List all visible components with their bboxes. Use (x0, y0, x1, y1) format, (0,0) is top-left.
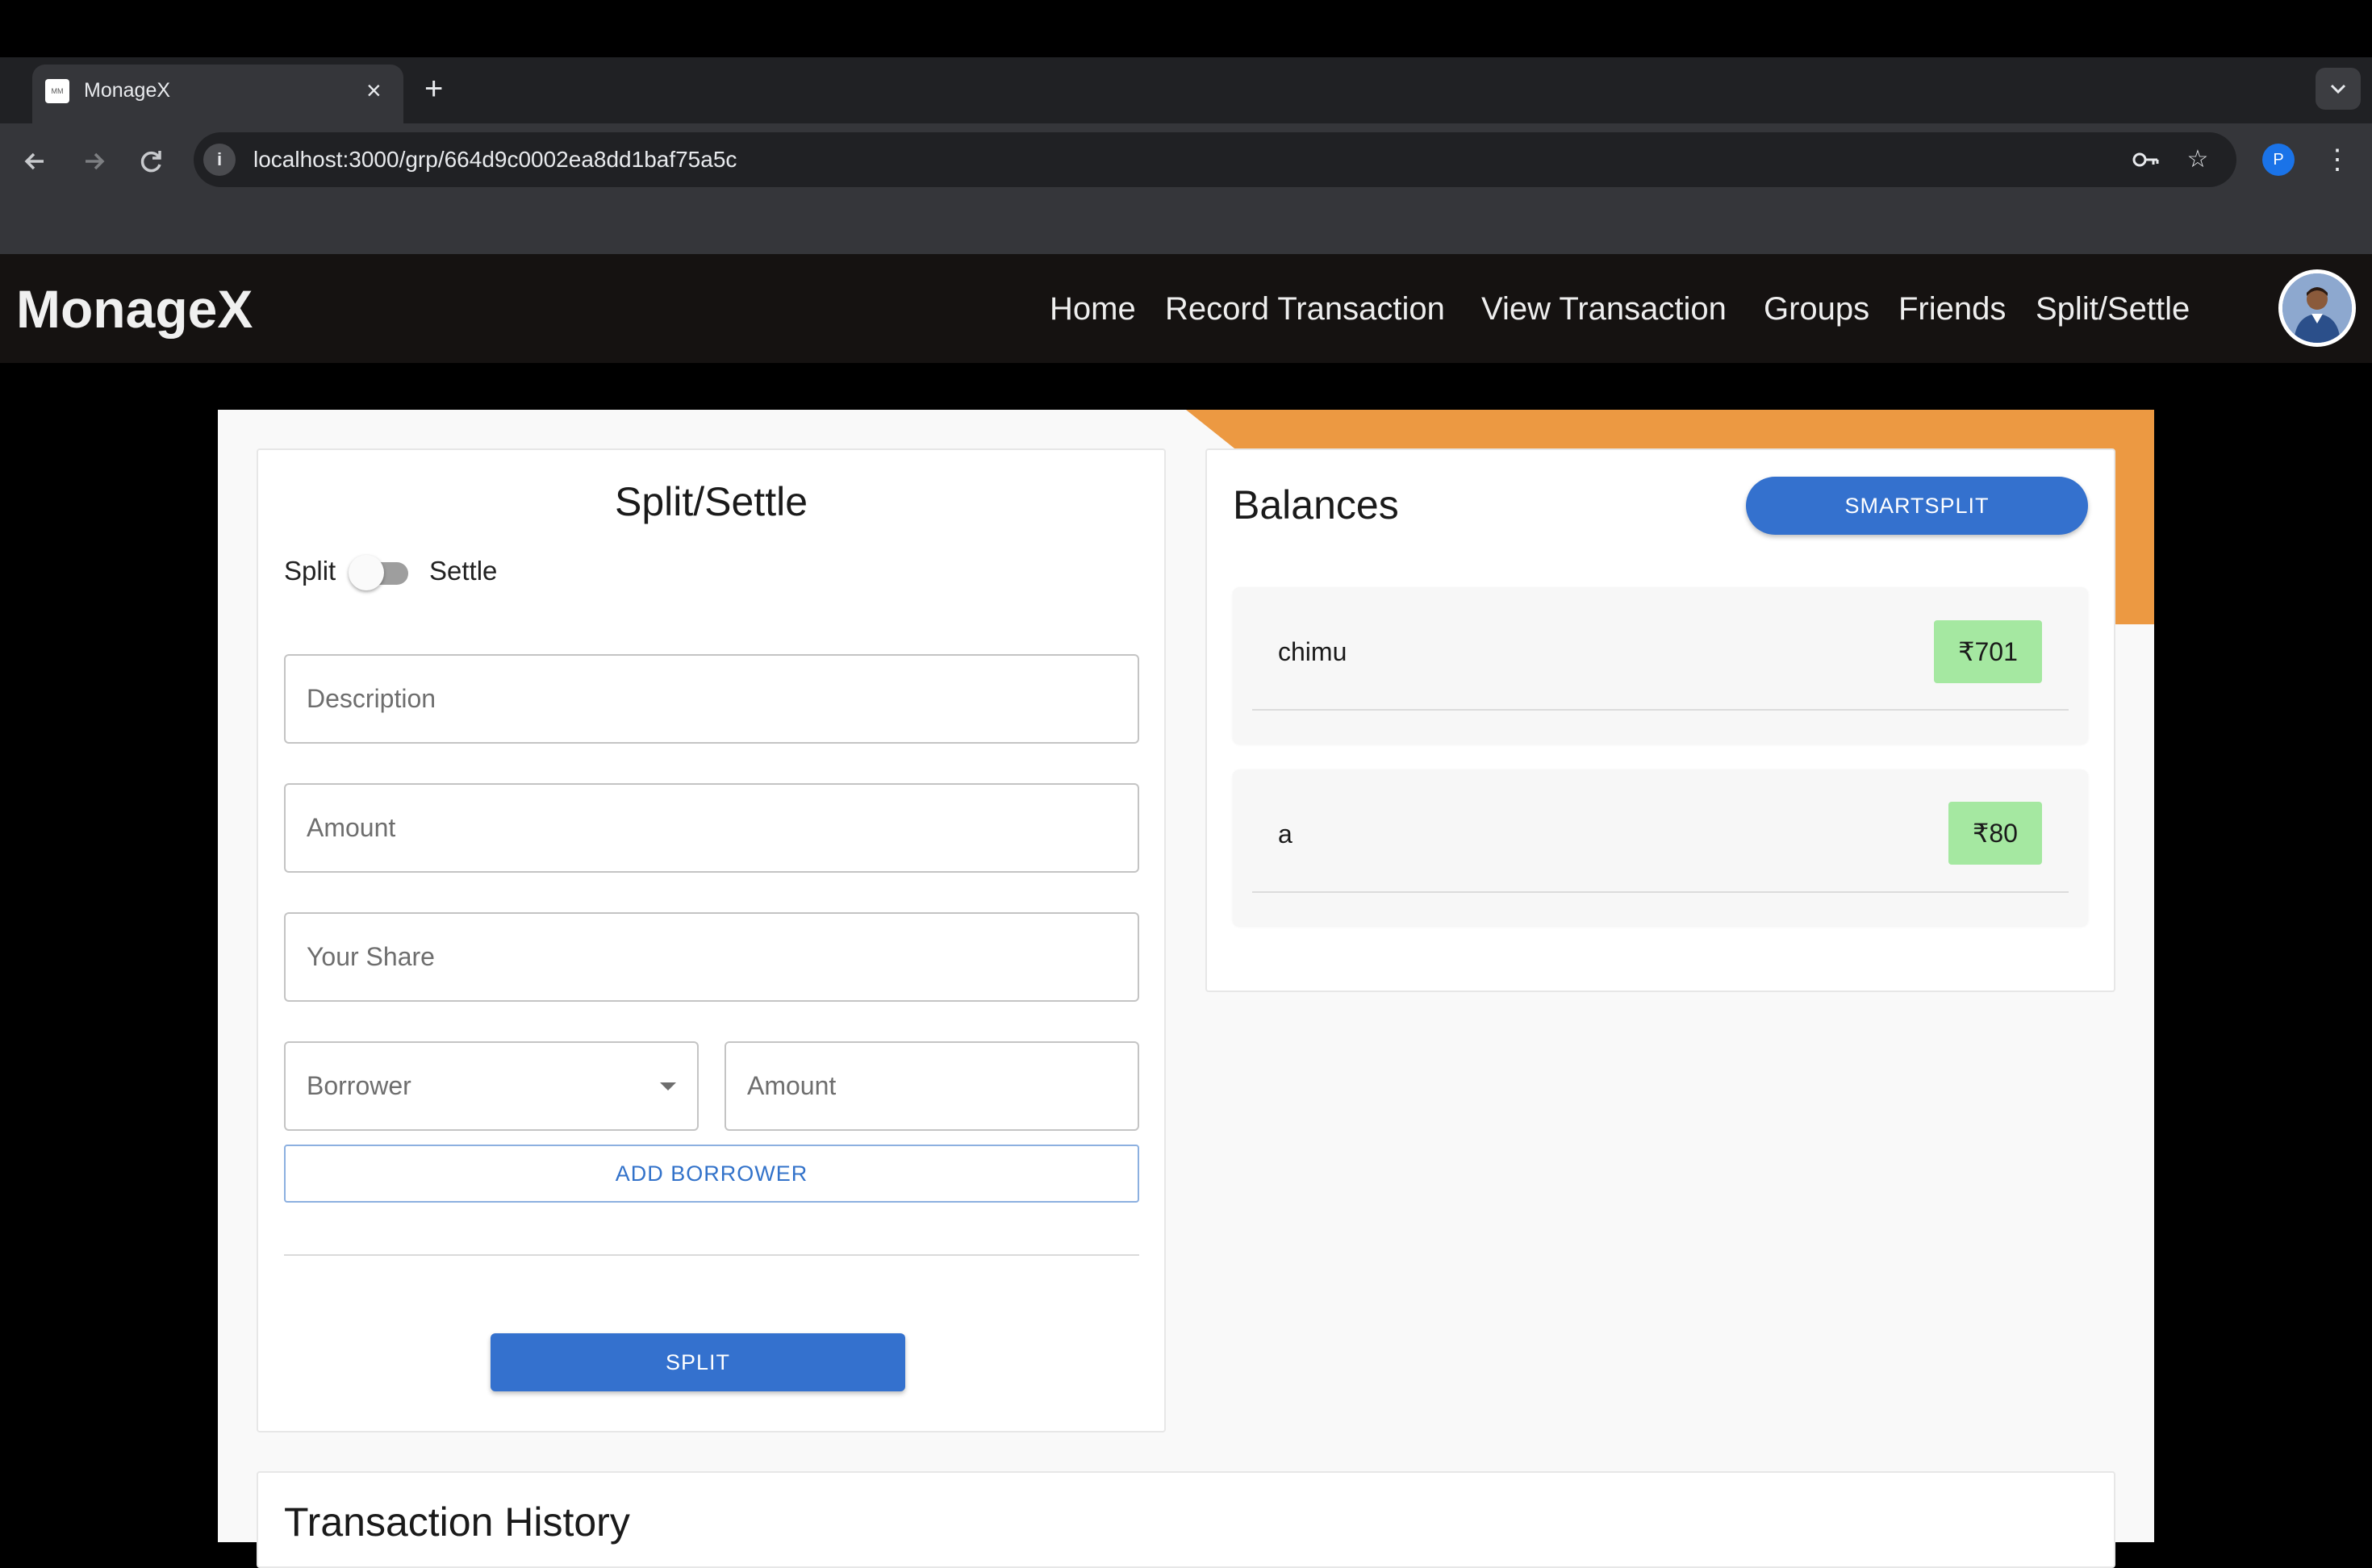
balance-amount-badge: ₹80 (1948, 802, 2042, 865)
dropdown-arrow-icon (660, 1082, 676, 1091)
transaction-history-title: Transaction History (284, 1499, 630, 1545)
nav-view-transaction[interactable]: View Transaction (1481, 286, 1727, 332)
amount-input[interactable] (286, 785, 1138, 871)
toggle-thumb[interactable] (349, 555, 384, 590)
balance-item-divider (1252, 709, 2069, 711)
balance-item-divider (1252, 891, 2069, 893)
balance-amount-badge: ₹701 (1934, 620, 2042, 683)
split-settle-title: Split/Settle (614, 479, 808, 524)
description-input[interactable] (286, 656, 1138, 742)
toggle-label-split: Split (284, 556, 336, 586)
borrower-select[interactable]: Borrower (284, 1041, 699, 1131)
bookmark-star-icon[interactable]: ☆ (2182, 144, 2214, 176)
tab-search-button[interactable] (2316, 68, 2361, 110)
chevron-down-icon (2330, 84, 2346, 94)
nav-home[interactable]: Home (1050, 286, 1136, 332)
url-text[interactable]: localhost:3000/grp/664d9c0002ea8dd1baf75… (253, 145, 737, 174)
balance-name: chimu (1278, 637, 1347, 666)
borrower-amount-input[interactable] (726, 1043, 1138, 1129)
nav-split-settle[interactable]: Split/Settle (2036, 286, 2190, 332)
reload-icon[interactable] (132, 142, 171, 181)
new-tab-icon[interactable]: + (424, 71, 443, 106)
amount-field (284, 783, 1139, 873)
nav-record-transaction[interactable]: Record Transaction (1165, 286, 1445, 332)
balances-title: Balances (1233, 482, 1399, 528)
add-borrower-button[interactable]: ADD BORROWER (284, 1145, 1139, 1203)
toggle-label-settle: Settle (429, 556, 498, 586)
form-divider (284, 1254, 1139, 1256)
user-photo-icon (2282, 273, 2352, 343)
balance-name: a (1278, 819, 1292, 849)
site-info-icon[interactable]: i (203, 144, 236, 176)
password-key-icon[interactable] (2130, 144, 2162, 176)
your-share-input[interactable] (286, 914, 1138, 1000)
close-tab-icon[interactable]: × (366, 74, 382, 106)
your-share-field (284, 912, 1139, 1002)
favicon-icon: MM (45, 79, 69, 103)
description-field (284, 654, 1139, 744)
browser-menu-icon[interactable]: ⋮ (2324, 142, 2351, 177)
borrower-amount-field (725, 1041, 1139, 1131)
browser-profile-avatar[interactable]: P (2262, 144, 2295, 176)
smartsplit-button[interactable]: SMARTSPLIT (1746, 477, 2088, 535)
borrower-select-label: Borrower (307, 1071, 411, 1100)
tab-title: MonageX (84, 79, 171, 102)
nav-friends[interactable]: Friends (1898, 286, 2006, 332)
nav-groups[interactable]: Groups (1764, 286, 1869, 332)
forward-arrow-icon[interactable] (74, 142, 113, 181)
brand-logo[interactable]: MonageX (16, 274, 253, 344)
split-submit-button[interactable]: SPLIT (491, 1333, 905, 1391)
back-arrow-icon[interactable] (16, 142, 55, 181)
user-avatar[interactable] (2278, 269, 2356, 347)
